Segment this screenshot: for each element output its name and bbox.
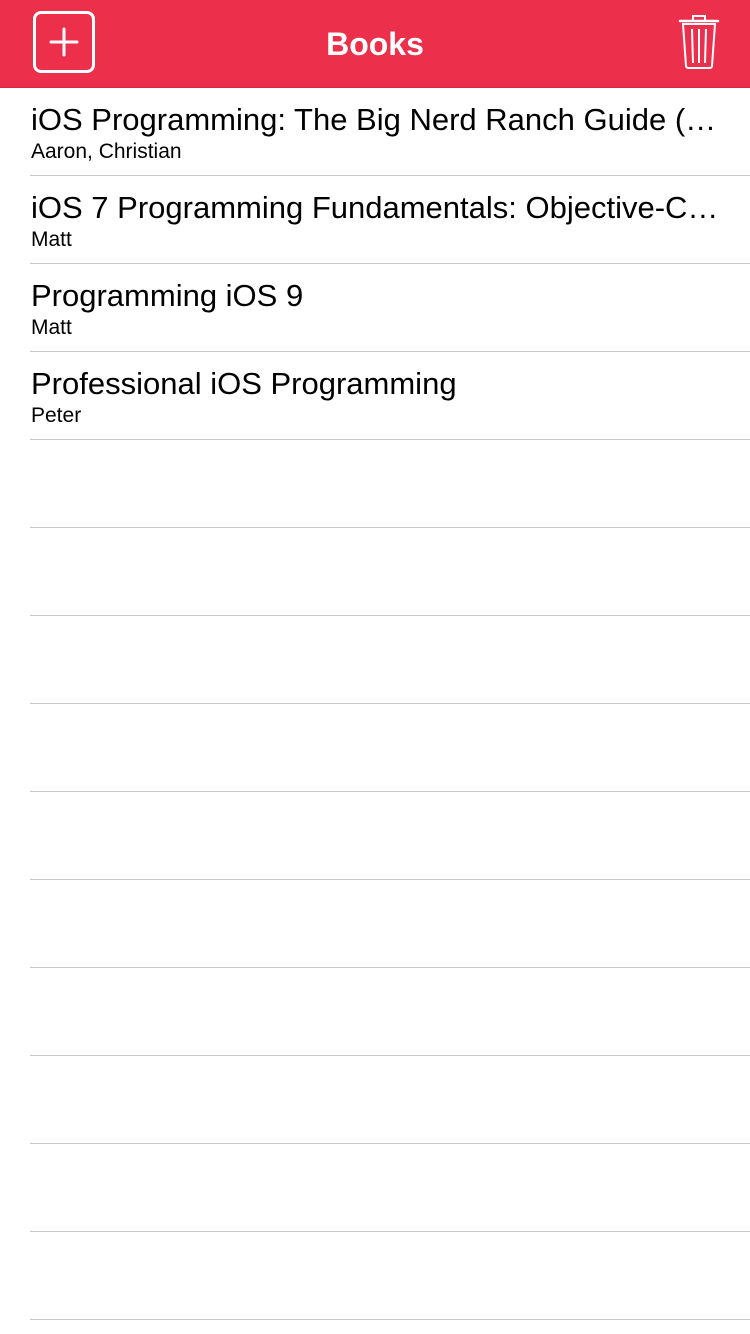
book-author: Matt xyxy=(31,316,72,339)
empty-row xyxy=(0,440,750,528)
book-author: Peter xyxy=(31,404,82,427)
empty-row xyxy=(0,1232,750,1320)
empty-row xyxy=(0,704,750,792)
navigation-bar: Books xyxy=(0,0,750,88)
book-row[interactable]: iOS 7 Programming Fundamentals: Objectiv… xyxy=(0,176,750,264)
empty-row xyxy=(0,1144,750,1232)
book-title: Professional iOS Programming xyxy=(31,366,457,401)
delete-button[interactable] xyxy=(678,14,720,70)
book-title: iOS Programming: The Big Nerd Ranch Guid… xyxy=(31,102,721,137)
empty-row xyxy=(0,1056,750,1144)
book-row[interactable]: Professional iOS Programming Peter xyxy=(0,352,750,440)
book-list: iOS Programming: The Big Nerd Ranch Guid… xyxy=(0,88,750,1320)
empty-row xyxy=(0,792,750,880)
book-author: Aaron, Christian xyxy=(31,140,182,163)
trash-icon xyxy=(678,15,720,69)
empty-row xyxy=(0,968,750,1056)
empty-row xyxy=(0,528,750,616)
book-title: iOS 7 Programming Fundamentals: Objectiv… xyxy=(31,190,721,225)
empty-row xyxy=(0,616,750,704)
page-title: Books xyxy=(326,26,424,62)
book-row[interactable]: iOS Programming: The Big Nerd Ranch Guid… xyxy=(0,88,750,176)
book-row[interactable]: Programming iOS 9 Matt xyxy=(0,264,750,352)
empty-row xyxy=(0,880,750,968)
book-author: Matt xyxy=(31,228,72,251)
book-title: Programming iOS 9 xyxy=(31,278,304,313)
